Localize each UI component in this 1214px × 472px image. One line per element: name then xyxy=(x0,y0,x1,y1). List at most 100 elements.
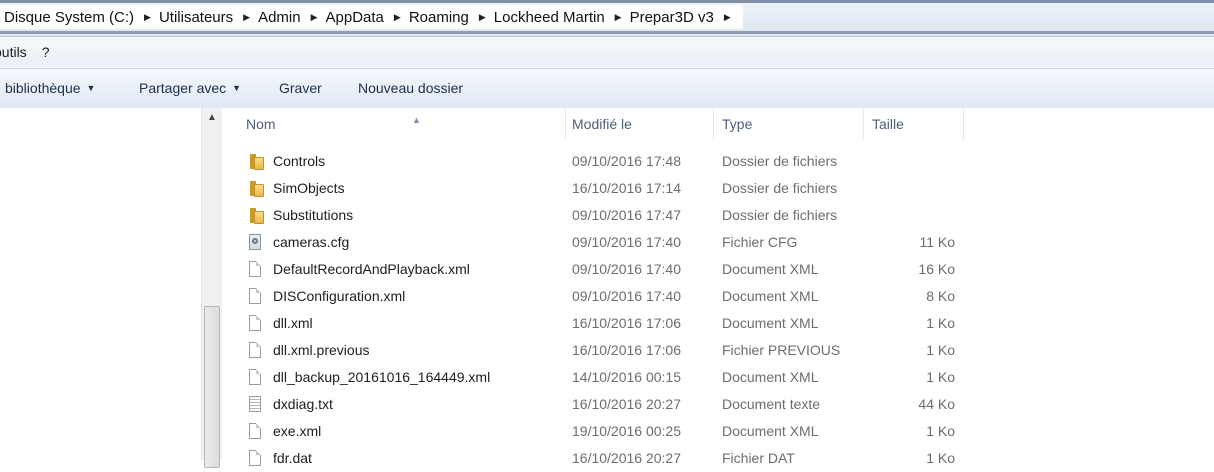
navigation-pane[interactable] xyxy=(0,108,203,460)
chevron-right-icon[interactable]: ▶ xyxy=(611,12,626,23)
column-header-size-label: Taille xyxy=(872,116,904,132)
file-icon xyxy=(247,423,263,440)
list-item[interactable]: DISConfiguration.xml 09/10/2016 17:40 Do… xyxy=(222,283,964,310)
file-name[interactable]: DefaultRecordAndPlayback.xml xyxy=(273,256,470,283)
list-item[interactable]: cameras.cfg 09/10/2016 17:40 Fichier CFG… xyxy=(222,229,964,256)
breadcrumb-label[interactable]: Lockheed Martin xyxy=(490,9,611,26)
file-size: 8 Ko xyxy=(926,288,955,304)
file-name[interactable]: DISConfiguration.xml xyxy=(273,283,405,310)
file-size: 16 Ko xyxy=(918,261,955,277)
list-item[interactable]: fdr.dat 16/10/2016 20:27 Fichier DAT 1 K… xyxy=(222,445,964,472)
breadcrumb-label[interactable]: Utilisateurs xyxy=(155,9,239,26)
menu-item-tools[interactable]: outils xyxy=(0,44,34,60)
breadcrumb-item[interactable]: Admin ▶ xyxy=(254,5,321,29)
file-type: Document XML xyxy=(722,288,819,304)
folder-icon xyxy=(247,180,264,197)
breadcrumb-label[interactable]: Roaming xyxy=(405,9,475,26)
scrollbar-thumb[interactable] xyxy=(204,306,220,468)
file-type: Document texte xyxy=(722,396,821,412)
file-name[interactable]: fdr.dat xyxy=(273,445,312,472)
file-type: Dossier de fichiers xyxy=(722,207,838,223)
breadcrumb-item[interactable]: AppData ▶ xyxy=(322,5,405,29)
list-item[interactable]: Controls 09/10/2016 17:48 Dossier de fic… xyxy=(222,148,964,175)
breadcrumb-label[interactable]: AppData xyxy=(322,9,390,26)
sort-ascending-icon: ▲ xyxy=(412,115,421,125)
file-size xyxy=(872,175,955,202)
navigation-scrollbar[interactable]: ▲ xyxy=(201,108,223,468)
file-icon xyxy=(247,261,263,278)
column-header-modified-label: Modifié le xyxy=(572,116,632,132)
column-header-modified[interactable]: Modifié le xyxy=(564,108,714,140)
list-item[interactable]: dll.xml 16/10/2016 17:06 Document XML 1 … xyxy=(222,310,964,337)
command-bar: bibliothèque ▼ Partager avec ▼ Graver No… xyxy=(0,68,1214,109)
file-type: Document XML xyxy=(722,369,819,385)
file-type: Dossier de fichiers xyxy=(722,153,838,169)
include-in-library-button[interactable]: bibliothèque ▼ xyxy=(5,80,95,96)
file-name[interactable]: dll.xml.previous xyxy=(273,337,369,364)
list-item[interactable]: Substitutions 09/10/2016 17:47 Dossier d… xyxy=(222,202,964,229)
chevron-right-icon[interactable]: ▶ xyxy=(239,12,254,23)
file-icon xyxy=(247,369,263,386)
file-list: Nom ▲ Modifié le Type Taille Controls 09… xyxy=(222,108,1214,466)
breadcrumb-label[interactable]: Prepar3D v3 xyxy=(626,9,720,26)
new-folder-button[interactable]: Nouveau dossier xyxy=(358,80,463,96)
file-modified: 09/10/2016 17:40 xyxy=(572,234,681,250)
file-name[interactable]: dll.xml xyxy=(273,310,313,337)
chevron-right-icon[interactable]: ▶ xyxy=(140,12,155,23)
breadcrumb-item[interactable]: Prepar3D v3 ▶ xyxy=(626,5,735,29)
breadcrumb-label[interactable]: Admin xyxy=(254,9,307,26)
chevron-right-icon[interactable]: ▶ xyxy=(475,12,490,23)
file-type: Document XML xyxy=(722,261,819,277)
breadcrumb-item[interactable]: Utilisateurs ▶ xyxy=(155,5,254,29)
file-name[interactable]: cameras.cfg xyxy=(273,229,349,256)
menu-item-help[interactable]: ? xyxy=(42,44,57,60)
folder-icon xyxy=(247,207,264,224)
burn-button-label: Graver xyxy=(279,80,322,96)
address-bar-border xyxy=(0,31,1214,34)
breadcrumb-item[interactable]: Roaming ▶ xyxy=(405,5,490,29)
config-file-icon xyxy=(247,234,263,251)
share-with-button[interactable]: Partager avec ▼ xyxy=(139,80,241,96)
address-bar: Disque System (C:) ▶ Utilisateurs ▶ Admi… xyxy=(0,0,1214,37)
column-header-name[interactable]: Nom ▲ xyxy=(238,108,566,140)
file-name[interactable]: Controls xyxy=(273,148,325,175)
file-name[interactable]: exe.xml xyxy=(273,418,321,445)
file-name[interactable]: SimObjects xyxy=(273,175,345,202)
list-item[interactable]: DefaultRecordAndPlayback.xml 09/10/2016 … xyxy=(222,256,964,283)
file-name[interactable]: dll_backup_20161016_164449.xml xyxy=(273,364,490,391)
file-modified: 16/10/2016 20:27 xyxy=(572,450,681,466)
column-headers: Nom ▲ Modifié le Type Taille xyxy=(222,108,964,140)
file-type: Document XML xyxy=(722,423,819,439)
list-item[interactable]: dll.xml.previous 16/10/2016 17:06 Fichie… xyxy=(222,337,964,364)
list-item[interactable]: dll_backup_20161016_164449.xml 14/10/201… xyxy=(222,364,964,391)
file-type: Fichier DAT xyxy=(722,450,795,466)
file-type: Dossier de fichiers xyxy=(722,180,838,196)
file-modified: 09/10/2016 17:47 xyxy=(572,207,681,223)
breadcrumb-item[interactable]: Lockheed Martin ▶ xyxy=(490,5,626,29)
file-modified: 19/10/2016 00:25 xyxy=(572,423,681,439)
text-file-icon xyxy=(247,396,263,413)
file-size: 44 Ko xyxy=(918,396,955,412)
list-item[interactable]: dxdiag.txt 16/10/2016 20:27 Document tex… xyxy=(222,391,964,418)
chevron-right-icon[interactable]: ▶ xyxy=(720,12,735,23)
burn-button[interactable]: Graver xyxy=(279,80,322,96)
file-modified: 09/10/2016 17:48 xyxy=(572,153,681,169)
file-icon xyxy=(247,450,263,467)
chevron-right-icon[interactable]: ▶ xyxy=(307,12,322,23)
file-icon xyxy=(247,288,263,305)
file-name[interactable]: Substitutions xyxy=(273,202,353,229)
breadcrumb-label[interactable]: Disque System (C:) xyxy=(0,9,140,26)
folder-icon xyxy=(247,153,264,170)
list-item[interactable]: SimObjects 16/10/2016 17:14 Dossier de f… xyxy=(222,175,964,202)
list-item[interactable]: exe.xml 19/10/2016 00:25 Document XML 1 … xyxy=(222,418,964,445)
file-size: 1 Ko xyxy=(926,423,955,439)
column-header-type[interactable]: Type xyxy=(714,108,864,140)
scroll-up-arrow-icon[interactable]: ▲ xyxy=(202,108,222,128)
file-name[interactable]: dxdiag.txt xyxy=(273,391,333,418)
chevron-right-icon[interactable]: ▶ xyxy=(390,12,405,23)
breadcrumb-item[interactable]: Disque System (C:) ▶ xyxy=(0,5,155,29)
column-header-size[interactable]: Taille xyxy=(864,108,964,140)
file-size xyxy=(872,148,955,175)
breadcrumb: Disque System (C:) ▶ Utilisateurs ▶ Admi… xyxy=(0,5,743,29)
window-frame-edge xyxy=(0,0,1214,3)
